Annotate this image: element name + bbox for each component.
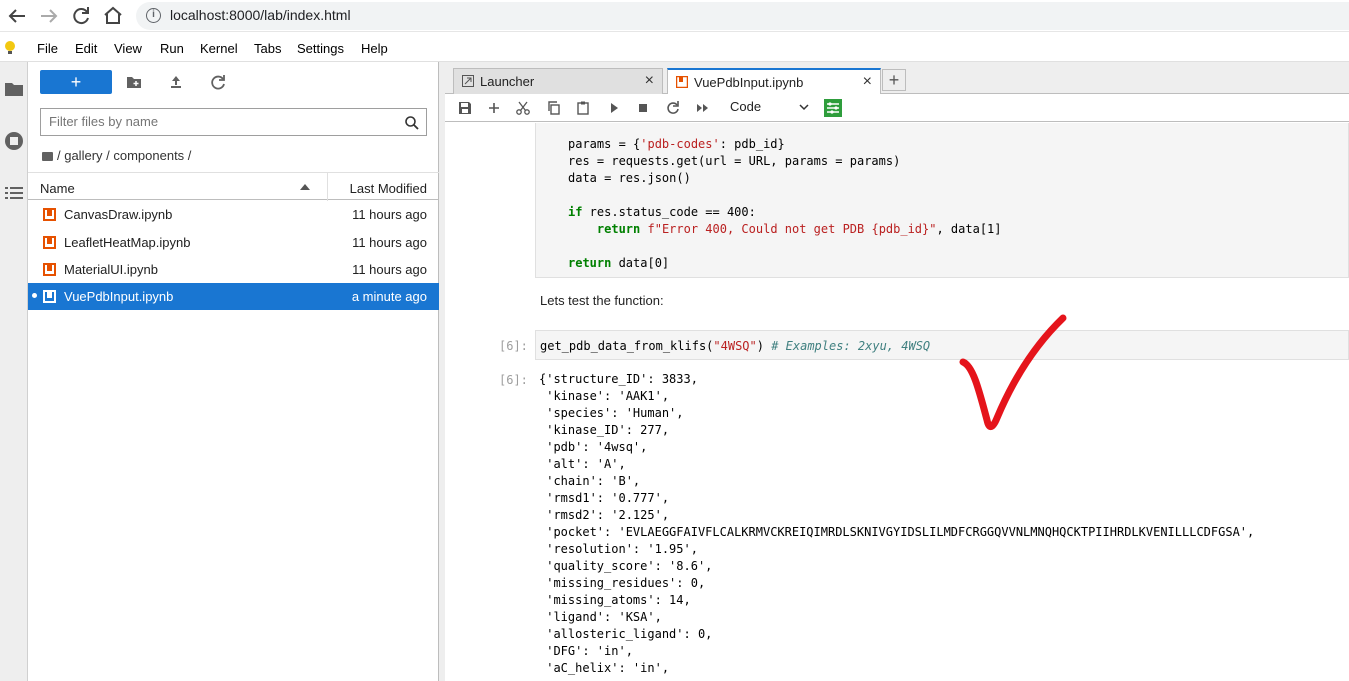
menu-help[interactable]: Help <box>361 41 388 56</box>
file-browser-panel: + / gallery / components / Name Last Mod… <box>28 62 439 681</box>
close-icon[interactable]: × <box>645 72 654 90</box>
forward-arrow-icon[interactable] <box>37 4 61 28</box>
table-of-contents-icon[interactable] <box>3 182 25 204</box>
add-cell-icon[interactable] <box>486 100 502 116</box>
tab-label: VuePdbInput.ipynb <box>694 75 804 90</box>
menu-kernel[interactable]: Kernel <box>200 41 238 56</box>
menu-bar: File Edit View Run Kernel Tabs Settings … <box>0 36 1349 62</box>
restart-run-all-icon[interactable] <box>695 100 711 116</box>
file-modified: 11 hours ago <box>352 207 427 222</box>
red-checkmark-annotation <box>959 314 1067 430</box>
refresh-icon[interactable] <box>209 73 227 91</box>
close-icon[interactable]: × <box>863 73 872 91</box>
chevron-down-icon[interactable] <box>799 102 809 112</box>
column-divider[interactable] <box>327 173 328 201</box>
cut-icon[interactable] <box>515 100 531 116</box>
code-cell-editor[interactable]: get_pdb_data_from_klifs("4WSQ") # Exampl… <box>535 330 1349 360</box>
file-name: MaterialUI.ipynb <box>64 262 158 277</box>
breadcrumb-path[interactable]: / gallery / components / <box>57 148 191 163</box>
file-name: CanvasDraw.ipynb <box>64 207 173 222</box>
file-name: VuePdbInput.ipynb <box>64 289 174 304</box>
output-prompt: [6]: <box>499 373 528 387</box>
tab-label: Launcher <box>480 74 535 89</box>
menu-edit[interactable]: Edit <box>75 41 97 56</box>
back-arrow-icon[interactable] <box>5 4 29 28</box>
new-launcher-button[interactable]: + <box>40 70 112 94</box>
folder-icon[interactable] <box>3 78 25 100</box>
file-modified: 11 hours ago <box>352 262 427 277</box>
notebook-toolbar: Code <box>445 94 1349 122</box>
site-info-icon[interactable]: i <box>146 8 161 23</box>
jupyter-lightbulb-icon <box>5 41 15 54</box>
code-editor-text[interactable]: params = {'pdb-codes': pdb_id}res = requ… <box>568 136 1002 272</box>
file-list-header: Name Last Modified <box>28 172 439 201</box>
notebook-icon <box>43 290 56 303</box>
notebook-icon <box>43 263 56 276</box>
left-activity-bar <box>0 62 28 681</box>
running-indicator-icon <box>32 293 37 298</box>
main-dock-area: Launcher × VuePdbInput.ipynb × + Code pa… <box>439 62 1349 681</box>
last-modified-column-header[interactable]: Last Modified <box>350 181 427 196</box>
file-row[interactable]: LeafletHeatMap.ipynb 11 hours ago <box>28 229 439 256</box>
markdown-cell[interactable]: Lets test the function: <box>540 293 664 308</box>
input-prompt: [6]: <box>499 339 528 353</box>
menu-file[interactable]: File <box>37 41 58 56</box>
code-cell-editor[interactable]: params = {'pdb-codes': pdb_id}res = requ… <box>535 123 1349 278</box>
running-kernels-icon[interactable] <box>3 130 25 152</box>
file-name: LeafletHeatMap.ipynb <box>64 235 191 250</box>
notebook-icon <box>43 208 56 221</box>
home-icon[interactable] <box>101 4 125 28</box>
menu-tabs[interactable]: Tabs <box>254 41 281 56</box>
name-column-header[interactable]: Name <box>40 181 75 196</box>
save-icon[interactable] <box>457 100 473 116</box>
tab-launcher[interactable]: Launcher × <box>453 68 663 94</box>
url-text: localhost:8000/lab/index.html <box>170 7 351 23</box>
cell-output: {'structure_ID': 3833, 'kinase': 'AAK1',… <box>539 372 1255 675</box>
file-modified: 11 hours ago <box>352 235 427 250</box>
stop-kernel-icon[interactable] <box>635 100 651 116</box>
paste-icon[interactable] <box>575 100 591 116</box>
restart-kernel-icon[interactable] <box>665 100 681 116</box>
breadcrumb: / gallery / components / <box>42 148 191 163</box>
launcher-icon <box>462 75 474 87</box>
code-line: if res.status_code == 400: <box>568 205 756 219</box>
run-cell-icon[interactable] <box>606 100 622 116</box>
filter-files-field[interactable] <box>40 108 427 136</box>
upload-icon[interactable] <box>167 73 185 91</box>
code-line: ​ <box>568 238 1002 255</box>
notebook-panel[interactable]: params = {'pdb-codes': pdb_id}res = requ… <box>445 123 1349 681</box>
reload-icon[interactable] <box>69 4 93 28</box>
notebook-icon <box>676 76 688 88</box>
code-line: data = res.json() <box>568 171 691 185</box>
browser-toolbar: i localhost:8000/lab/index.html <box>0 0 1349 32</box>
add-tab-button[interactable]: + <box>882 69 906 91</box>
home-folder-icon[interactable] <box>42 152 53 161</box>
notebook-icon <box>43 236 56 249</box>
new-folder-icon[interactable] <box>125 73 143 91</box>
menu-run[interactable]: Run <box>160 41 184 56</box>
file-row[interactable]: CanvasDraw.ipynb 11 hours ago <box>28 201 439 228</box>
file-row-selected[interactable]: VuePdbInput.ipynb a minute ago <box>28 283 439 310</box>
filter-files-input[interactable] <box>49 114 389 129</box>
menu-settings[interactable]: Settings <box>297 41 344 56</box>
tab-bar: Launcher × VuePdbInput.ipynb × + <box>445 62 1349 95</box>
code-line: params = {'pdb-codes': pdb_id} <box>568 137 785 151</box>
menu-view[interactable]: View <box>114 41 142 56</box>
code-line: return f"Error 400, Could not get PDB {p… <box>596 222 1002 236</box>
file-row[interactable]: MaterialUI.ipynb 11 hours ago <box>28 256 439 283</box>
file-modified: a minute ago <box>351 289 427 304</box>
search-icon <box>405 116 419 130</box>
code-line: res = requests.get(url = URL, params = p… <box>568 154 901 168</box>
code-editor-text[interactable]: get_pdb_data_from_klifs("4WSQ") # Exampl… <box>540 338 930 355</box>
cell-type-select[interactable]: Code <box>730 99 761 114</box>
address-bar[interactable]: i localhost:8000/lab/index.html <box>136 2 1349 30</box>
tab-vuepdbinput[interactable]: VuePdbInput.ipynb × <box>667 68 881 95</box>
code-line: ​ <box>568 187 1002 204</box>
sort-ascending-icon[interactable] <box>300 184 310 190</box>
code-line: return data[0] <box>568 256 670 270</box>
copy-icon[interactable] <box>546 100 562 116</box>
property-inspector-icon[interactable] <box>824 99 842 117</box>
